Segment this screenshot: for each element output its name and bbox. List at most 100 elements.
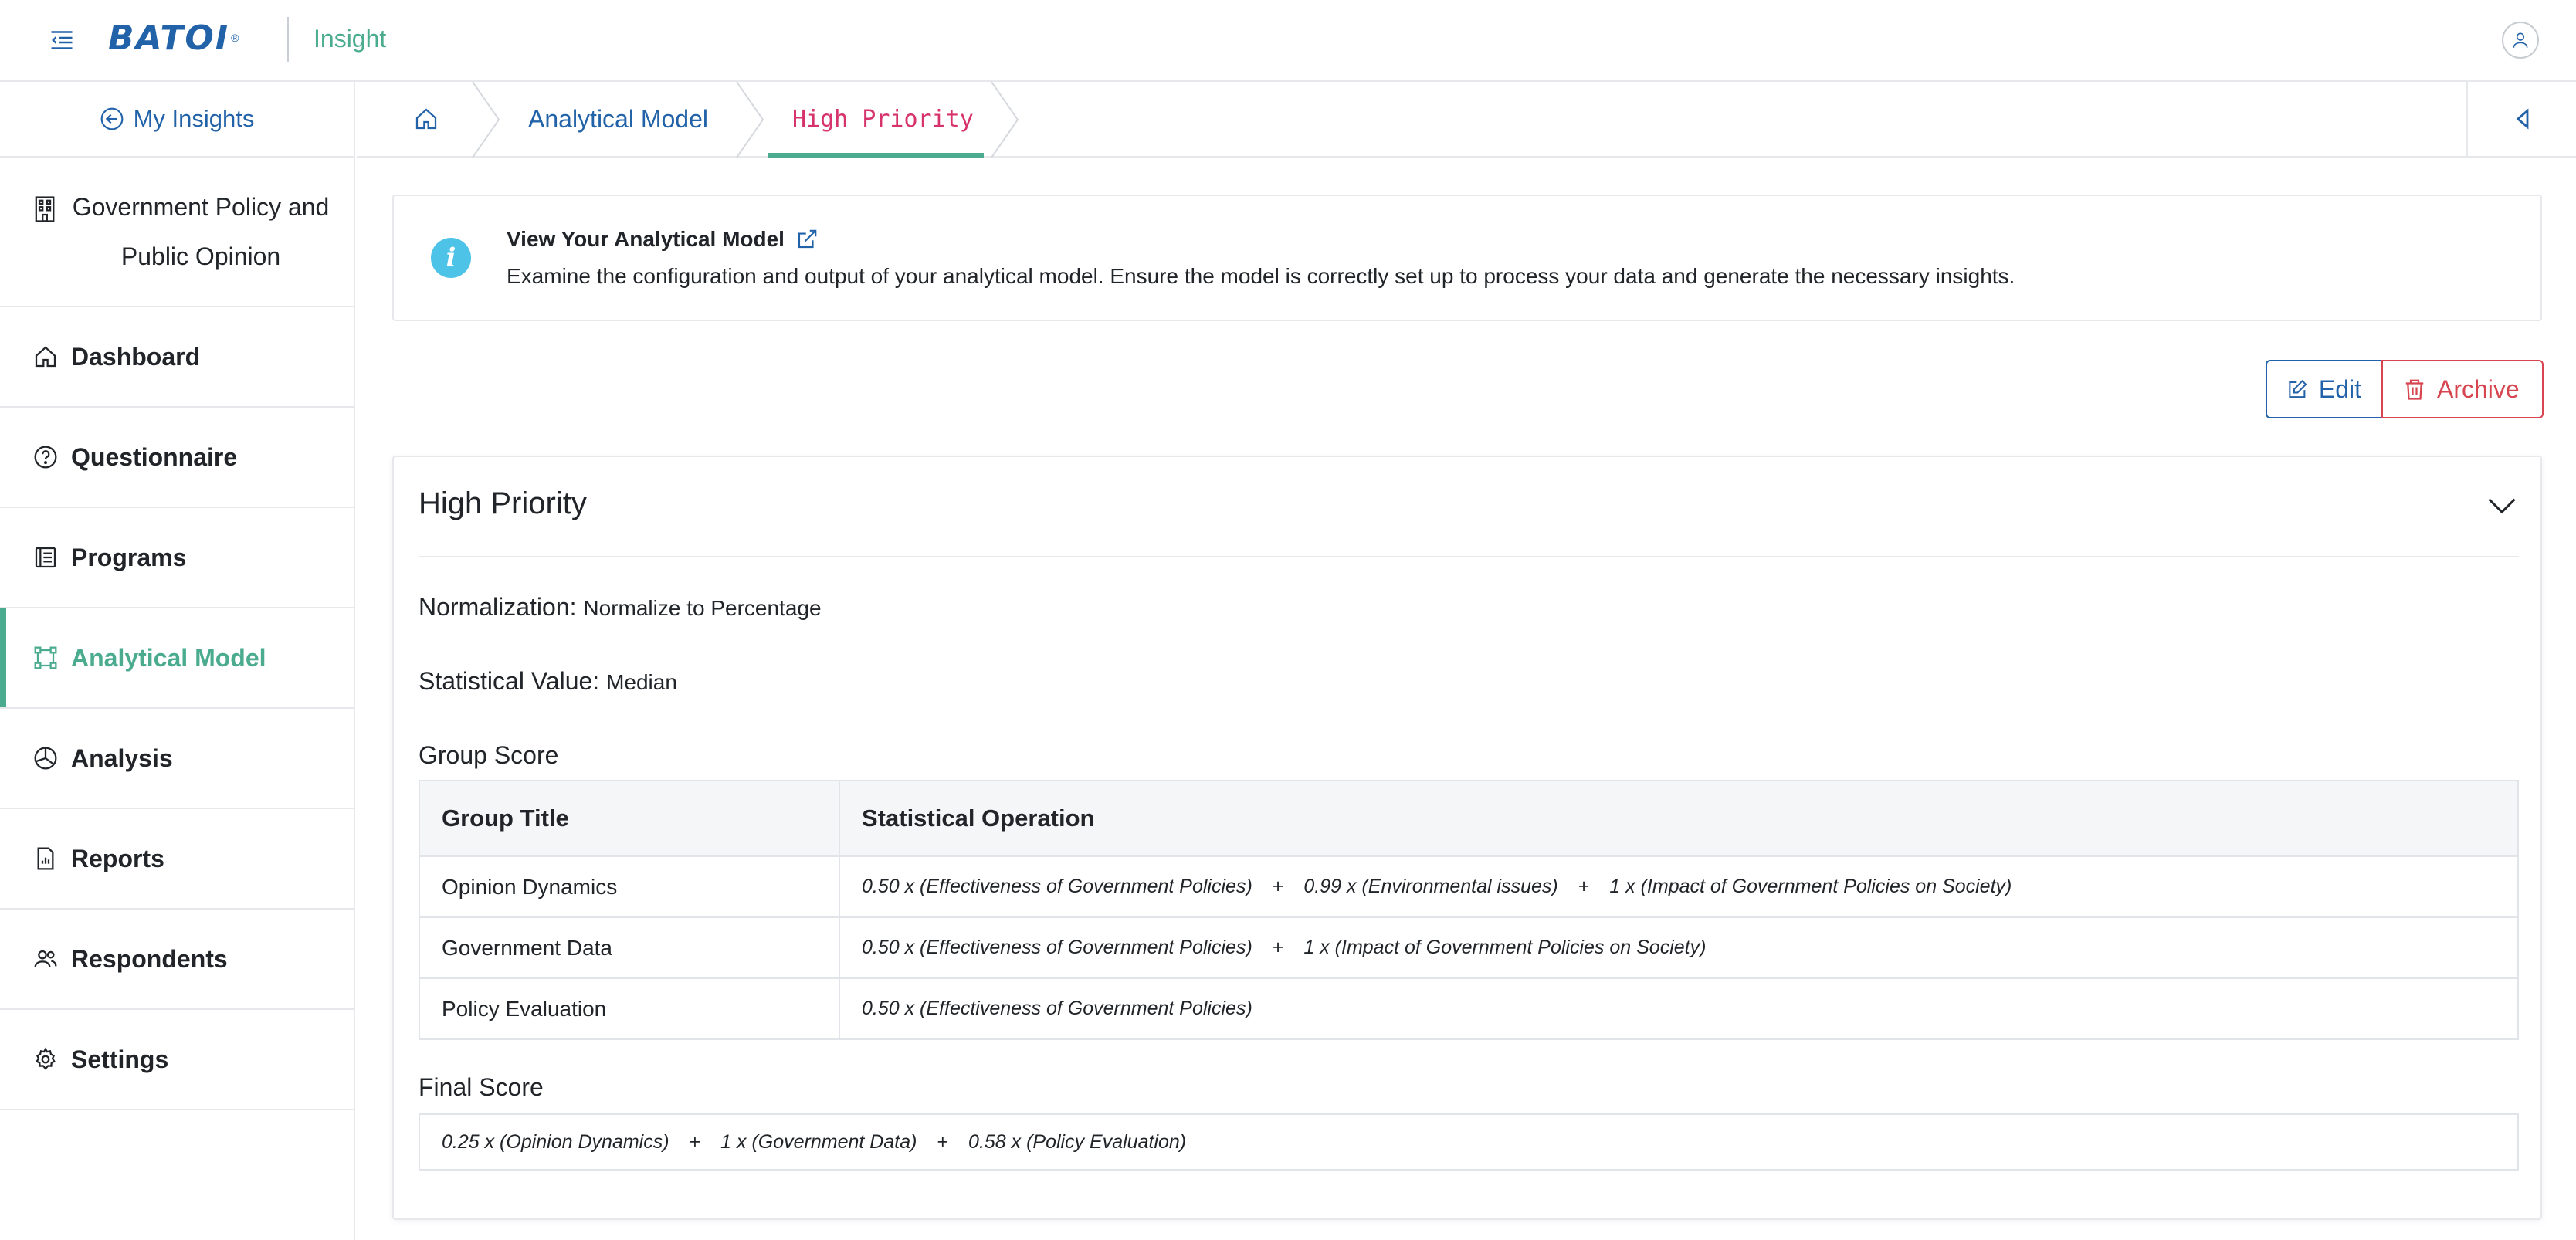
breadcrumb-current: High Priority: [792, 105, 974, 133]
info-title-text: View Your Analytical Model: [507, 227, 785, 251]
normalization-field: Normalization: Normalize to Percentage: [419, 593, 822, 622]
breadcrumb-separator: [472, 82, 500, 158]
top-bar: BATOI ® Insight: [0, 0, 2576, 82]
operation-term: 0.50 x (Effectiveness of Government Poli…: [862, 998, 1252, 1019]
edit-icon: [2289, 379, 2307, 398]
statistical-value-label: Statistical Value:: [419, 667, 600, 695]
table-header-row: Group Title Statistical Operation: [419, 780, 2519, 857]
plus-operator: +: [937, 1130, 949, 1153]
project-header: Government Policy and Public Opinion: [0, 158, 354, 307]
sidebar-item-label: Respondents: [71, 944, 228, 973]
final-score-term: 0.58 x (Policy Evaluation): [968, 1130, 1187, 1153]
report-icon: [32, 845, 59, 872]
statistical-operation-cell: 0.50 x (Effectiveness of Government Poli…: [839, 977, 2519, 1040]
final-score-term: 1 x (Government Data): [720, 1130, 917, 1153]
model-icon: [32, 645, 59, 671]
breadcrumb-analytical-model[interactable]: Analytical Model: [528, 82, 708, 156]
external-link-icon[interactable]: [795, 228, 819, 251]
operation-term: 1 x (Impact of Government Policies on So…: [1609, 876, 2012, 897]
sidebar-item-label: Questionnaire: [71, 442, 238, 471]
user-avatar-button[interactable]: [2502, 22, 2539, 59]
my-insights-link[interactable]: My Insights: [0, 82, 354, 158]
operation-term: 0.50 x (Effectiveness of Government Poli…: [862, 876, 1252, 897]
normalization-label: Normalization:: [419, 593, 577, 621]
table-row: Opinion Dynamics 0.50 x (Effectiveness of…: [419, 855, 2519, 918]
breadcrumb-separator: [736, 82, 764, 158]
info-title: View Your Analytical Model: [507, 227, 819, 252]
my-insights-label: My Insights: [133, 105, 255, 132]
action-buttons: Edit Archive: [2266, 360, 2544, 418]
statistical-operation-cell: 0.50 x (Effectiveness of Government Poli…: [839, 916, 2519, 979]
home-icon: [415, 108, 437, 130]
sidebar-item-label: Reports: [71, 844, 164, 872]
pie-chart-icon: [32, 745, 59, 771]
archive-button[interactable]: Archive: [2381, 360, 2544, 418]
back-arrow-icon: [100, 107, 124, 130]
sidebar-item-label: Programs: [71, 543, 187, 571]
collapse-panel-button[interactable]: [2466, 82, 2576, 156]
building-icon: [35, 196, 55, 222]
sidebar-item-label: Dashboard: [71, 342, 201, 371]
chevron-down-icon[interactable]: [2485, 488, 2519, 522]
brand-logo[interactable]: BATOI ®: [108, 18, 239, 58]
sidebar-item-label: Settings: [71, 1045, 169, 1073]
statistical-value-field: Statistical Value: Median: [419, 667, 677, 696]
model-card-header[interactable]: High Priority: [419, 457, 2519, 557]
trash-icon: [2405, 379, 2424, 400]
final-score-heading: Final Score: [419, 1073, 544, 1101]
caret-left-icon: [2516, 108, 2529, 130]
group-title-cell: Policy Evaluation: [419, 977, 840, 1040]
operation-term: 0.99 x (Environmental issues): [1303, 876, 1558, 897]
logo-divider: [287, 17, 289, 62]
home-icon: [32, 344, 59, 370]
sidebar: My Insights Government Policy and Public…: [0, 82, 355, 1240]
project-name: Government Policy and Public Opinion: [72, 193, 330, 270]
statistical-value: Median: [606, 670, 677, 694]
normalization-value: Normalize to Percentage: [583, 596, 822, 620]
app-name: Insight: [314, 25, 387, 53]
archive-button-label: Archive: [2437, 374, 2520, 403]
plus-operator: +: [1578, 876, 1590, 897]
sidebar-item-analytical-model[interactable]: Analytical Model: [0, 608, 354, 709]
group-score-heading: Group Score: [419, 741, 559, 769]
menu-toggle-icon[interactable]: [48, 26, 76, 54]
breadcrumb: Analytical Model High Priority: [357, 82, 2576, 158]
edit-button[interactable]: Edit: [2266, 360, 2383, 418]
brand-logo-text: BATOI: [108, 18, 230, 58]
sidebar-item-settings[interactable]: Settings: [0, 1010, 354, 1110]
final-score-term: 0.25 x (Opinion Dynamics): [442, 1130, 669, 1153]
plus-operator: +: [689, 1130, 701, 1153]
sidebar-item-analysis[interactable]: Analysis: [0, 709, 354, 809]
info-banner: i View Your Analytical Model Examine the…: [392, 195, 2542, 321]
group-score-table: Group Title Statistical Operation Opinio…: [419, 780, 2519, 1040]
group-title-cell: Opinion Dynamics: [419, 855, 840, 918]
sidebar-item-reports[interactable]: Reports: [0, 809, 354, 910]
operation-term: 0.50 x (Effectiveness of Government Poli…: [862, 937, 1252, 958]
plus-operator: +: [1272, 876, 1284, 897]
sidebar-item-dashboard[interactable]: Dashboard: [0, 307, 354, 408]
plus-operator: +: [1272, 937, 1284, 958]
breadcrumb-separator: [991, 82, 1019, 158]
column-header-group-title: Group Title: [419, 780, 840, 857]
column-header-statistical-operation: Statistical Operation: [839, 780, 2519, 857]
users-icon: [32, 946, 59, 972]
statistical-operation-cell: 0.50 x (Effectiveness of Government Poli…: [839, 855, 2519, 918]
info-description: Examine the configuration and output of …: [507, 264, 2015, 288]
operation-term: 1 x (Impact of Government Policies on So…: [1303, 937, 1707, 958]
edit-button-label: Edit: [2318, 374, 2361, 403]
final-score-formula: 0.25 x (Opinion Dynamics) +1 x (Governmen…: [419, 1113, 2519, 1171]
sidebar-item-label: Analysis: [71, 744, 173, 772]
sidebar-item-programs[interactable]: Programs: [0, 508, 354, 608]
group-title-cell: Government Data: [419, 916, 840, 979]
sidebar-item-label: Analytical Model: [71, 643, 266, 672]
info-icon: i: [431, 238, 471, 278]
table-row: Policy Evaluation 0.50 x (Effectiveness o…: [419, 977, 2519, 1040]
breadcrumb-active-underline: [768, 153, 984, 158]
gear-icon: [32, 1046, 59, 1072]
question-circle-icon: [32, 444, 59, 470]
list-icon: [32, 544, 59, 571]
table-row: Government Data 0.50 x (Effectiveness of …: [419, 916, 2519, 979]
sidebar-item-questionnaire[interactable]: Questionnaire: [0, 408, 354, 508]
sidebar-item-respondents[interactable]: Respondents: [0, 910, 354, 1010]
breadcrumb-home[interactable]: [414, 82, 439, 156]
